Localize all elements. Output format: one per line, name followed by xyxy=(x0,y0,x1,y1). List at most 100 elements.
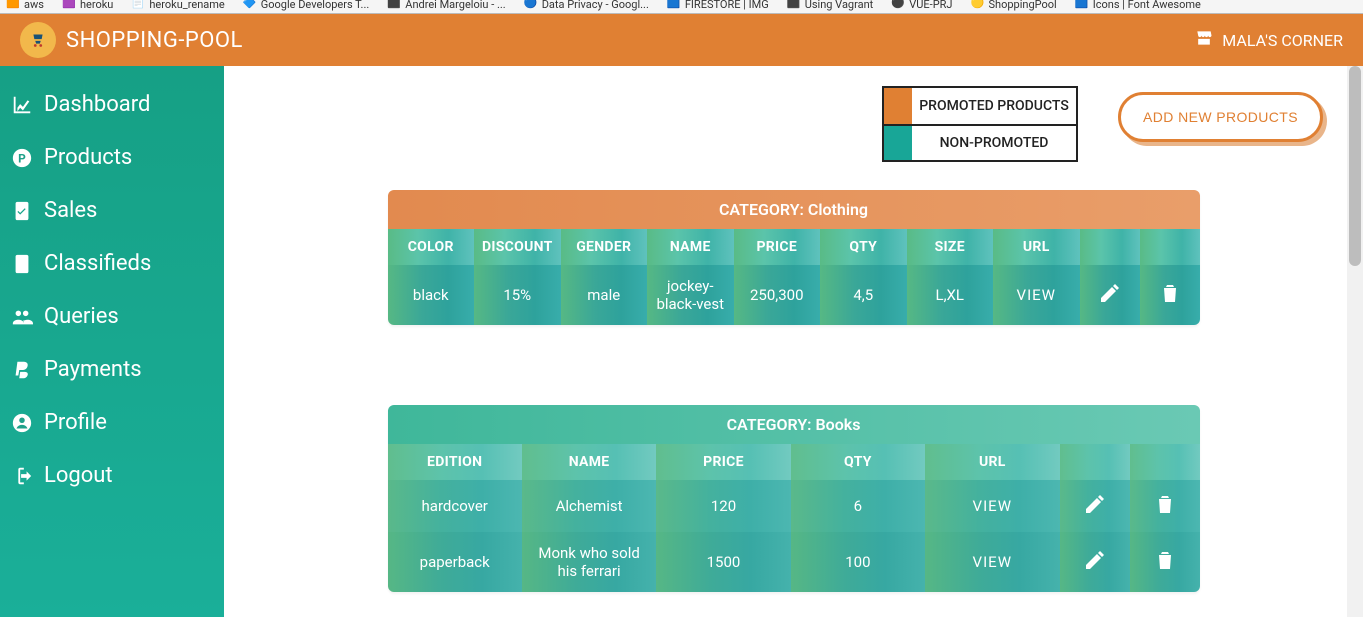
col-header: PRICE xyxy=(734,229,821,265)
col-header: QTY xyxy=(820,229,907,265)
cell-qty: 6 xyxy=(791,480,925,532)
bookmark-item[interactable]: 🟪heroku xyxy=(62,0,113,11)
clipboard-check-icon xyxy=(10,199,34,223)
cell-qty: 100 xyxy=(791,532,925,592)
app-header: SHOPPING-POOL MALA'S CORNER xyxy=(0,14,1363,66)
cell-edition: hardcover xyxy=(388,480,522,532)
sidebar-item-dashboard[interactable]: Dashboard xyxy=(0,78,224,131)
cell-gender: male xyxy=(561,265,648,325)
store-name: MALA'S CORNER xyxy=(1222,31,1343,50)
cell-discount: 15% xyxy=(474,265,561,325)
bookmark-item[interactable]: 🟡ShoppingPool xyxy=(971,0,1057,11)
brand-title: SHOPPING-POOL xyxy=(66,28,243,53)
cell-price: 1500 xyxy=(656,532,790,592)
edit-icon[interactable] xyxy=(1083,502,1107,520)
col-header-edit xyxy=(1060,444,1130,480)
legend-row-nonpromoted[interactable]: NON-PROMOTED xyxy=(884,124,1076,160)
cell-price: 250,300 xyxy=(734,265,821,325)
view-link[interactable]: VIEW xyxy=(973,553,1012,571)
delete-icon[interactable] xyxy=(1153,502,1177,520)
view-link[interactable]: VIEW xyxy=(973,497,1012,515)
cell-qty: 4,5 xyxy=(820,265,907,325)
browser-bookmark-bar: 🟧aws 🟪heroku 📄heroku_rename 🔷Google Deve… xyxy=(0,0,1363,14)
cell-size: L,XL xyxy=(907,265,994,325)
sign-out-icon xyxy=(10,464,34,488)
col-header-edit xyxy=(1080,229,1140,265)
col-header: URL xyxy=(925,444,1059,480)
p-circle-icon: P xyxy=(10,146,34,170)
sidebar-item-label: Queries xyxy=(44,304,119,329)
clipboard-list-icon xyxy=(10,252,34,276)
cell-name: Alchemist xyxy=(522,480,656,532)
cell-price: 120 xyxy=(656,480,790,532)
add-new-products-button[interactable]: ADD NEW PRODUCTS xyxy=(1118,92,1323,142)
chart-line-icon xyxy=(10,93,34,117)
bookmark-item[interactable]: 🟦Icons | Font Awesome xyxy=(1075,0,1201,11)
bookmark-item[interactable]: 📄heroku_rename xyxy=(131,0,224,11)
cell-name: jockey-black-vest xyxy=(647,265,734,325)
category-title: CATEGORY: Books xyxy=(388,405,1200,444)
promotion-legend: PROMOTED PRODUCTS NON-PROMOTED xyxy=(882,86,1078,162)
sidebar-item-label: Dashboard xyxy=(44,92,150,117)
paypal-icon xyxy=(10,358,34,382)
bookmark-item[interactable]: 🟦FIRESTORE | IMG xyxy=(667,0,769,11)
main-content: PROMOTED PRODUCTS NON-PROMOTED ADD NEW P… xyxy=(224,66,1363,617)
col-header: URL xyxy=(993,229,1080,265)
category-card-clothing: CATEGORY: Clothing COLOR DISCOUNT GENDER… xyxy=(388,190,1200,325)
delete-icon[interactable] xyxy=(1158,291,1182,309)
cell-name: Monk who sold his ferrari xyxy=(522,532,656,592)
view-link[interactable]: VIEW xyxy=(1017,286,1056,304)
sidebar-item-payments[interactable]: Payments xyxy=(0,343,224,396)
sidebar-item-queries[interactable]: Queries xyxy=(0,290,224,343)
scrollbar-thumb[interactable] xyxy=(1349,66,1361,266)
bookmark-item[interactable]: 🔵Data Privacy - Googl... xyxy=(524,0,649,11)
svg-text:P: P xyxy=(18,151,26,165)
edit-icon[interactable] xyxy=(1098,291,1122,309)
col-header: SIZE xyxy=(907,229,994,265)
col-header: COLOR xyxy=(388,229,475,265)
table-header-row: EDITION NAME PRICE QTY URL xyxy=(388,444,1200,480)
sidebar-item-label: Profile xyxy=(44,410,107,435)
col-header: QTY xyxy=(791,444,925,480)
legend-row-promoted[interactable]: PROMOTED PRODUCTS xyxy=(884,88,1076,124)
bookmark-item[interactable]: ⚫VUE-PRJ xyxy=(891,0,952,11)
brand[interactable]: SHOPPING-POOL xyxy=(20,22,243,58)
cell-color: black xyxy=(388,265,475,325)
sidebar: Dashboard P Products Sales Classifieds Q… xyxy=(0,66,224,617)
legend-swatch-nonpromoted xyxy=(884,126,912,160)
vertical-scrollbar[interactable] xyxy=(1347,66,1363,617)
brand-logo-icon xyxy=(20,22,56,58)
sidebar-item-label: Logout xyxy=(44,463,113,488)
sidebar-item-profile[interactable]: Profile xyxy=(0,396,224,449)
users-icon xyxy=(10,305,34,329)
col-header: DISCOUNT xyxy=(474,229,561,265)
table-row: hardcover Alchemist 120 6 VIEW xyxy=(388,480,1200,532)
col-header-delete xyxy=(1140,229,1200,265)
sidebar-item-sales[interactable]: Sales xyxy=(0,184,224,237)
cell-edition: paperback xyxy=(388,532,522,592)
edit-icon[interactable] xyxy=(1083,558,1107,576)
delete-icon[interactable] xyxy=(1153,558,1177,576)
sidebar-item-label: Products xyxy=(44,145,132,170)
col-header: PRICE xyxy=(656,444,790,480)
legend-swatch-promoted xyxy=(884,88,912,124)
category-title: CATEGORY: Clothing xyxy=(388,190,1200,229)
sidebar-item-classifieds[interactable]: Classifieds xyxy=(0,237,224,290)
legend-label: PROMOTED PRODUCTS xyxy=(912,88,1076,124)
table-row: paperback Monk who sold his ferrari 1500… xyxy=(388,532,1200,592)
storefront-icon xyxy=(1194,28,1214,52)
sidebar-item-logout[interactable]: Logout xyxy=(0,449,224,502)
category-card-books: CATEGORY: Books EDITION NAME PRICE QTY U… xyxy=(388,405,1200,592)
col-header-delete xyxy=(1130,444,1200,480)
sidebar-item-label: Sales xyxy=(44,198,97,223)
sidebar-item-products[interactable]: P Products xyxy=(0,131,224,184)
col-header: NAME xyxy=(647,229,734,265)
bookmark-item[interactable]: 🔷Google Developers T... xyxy=(243,0,370,11)
col-header: GENDER xyxy=(561,229,648,265)
sidebar-item-label: Payments xyxy=(44,357,142,382)
col-header: EDITION xyxy=(388,444,522,480)
bookmark-item[interactable]: ⬛Andrei Margeloiu - ... xyxy=(387,0,505,11)
store-link[interactable]: MALA'S CORNER xyxy=(1194,28,1343,52)
bookmark-item[interactable]: ⬛Using Vagrant xyxy=(787,0,874,11)
bookmark-item[interactable]: 🟧aws xyxy=(6,0,44,11)
